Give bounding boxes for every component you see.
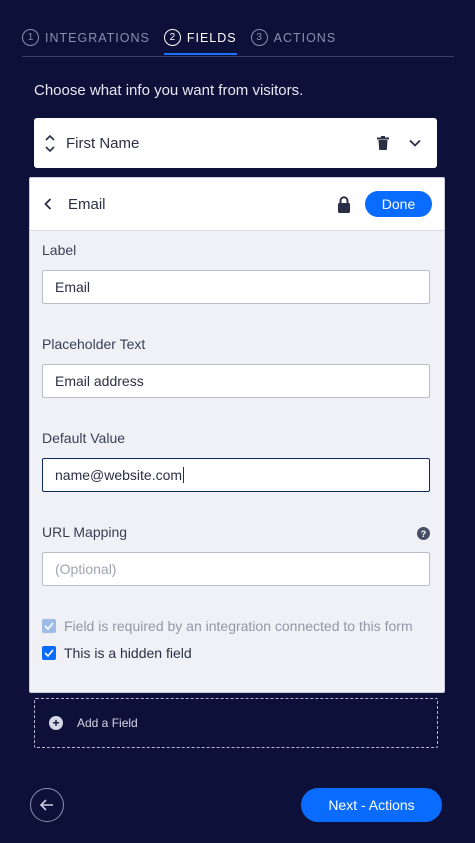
url-mapping-heading: URL Mapping [42, 524, 128, 540]
required-label: Field is required by an integration conn… [64, 618, 413, 634]
chevron-down-icon[interactable] [399, 139, 431, 147]
step-label: FIELDS [186, 30, 237, 45]
required-checkbox-row: Field is required by an integration conn… [42, 618, 413, 634]
placeholder-input[interactable]: Email address [42, 364, 430, 398]
panel-header: Email Done [30, 178, 444, 231]
arrow-left-icon [40, 799, 53, 811]
intro-text: Choose what info you want from visitors. [34, 82, 304, 99]
lock-icon [337, 195, 351, 213]
step-label: INTEGRATIONS [45, 30, 150, 45]
field-row-first-name[interactable]: First Name [34, 118, 437, 168]
field-edit-panel: Email Done Label Email Placeholder Text … [29, 177, 445, 693]
label-input[interactable]: Email [42, 270, 430, 304]
hidden-label: This is a hidden field [64, 645, 192, 661]
panel-title: Email [68, 195, 106, 213]
url-mapping-input[interactable]: (Optional) [42, 552, 430, 586]
reorder-handle[interactable] [34, 134, 66, 153]
add-field-button[interactable]: + Add a Field [34, 698, 438, 748]
trash-icon[interactable] [367, 136, 399, 150]
placeholder-heading: Placeholder Text [42, 336, 146, 352]
tab-fields[interactable]: 2 FIELDS [163, 29, 237, 55]
hidden-checkbox[interactable] [42, 646, 56, 660]
default-value-input[interactable]: name@website.com [42, 458, 430, 492]
step-number: 3 [250, 29, 268, 46]
done-button[interactable]: Done [365, 191, 432, 217]
plus-icon: + [49, 716, 63, 730]
hidden-checkbox-row[interactable]: This is a hidden field [42, 645, 192, 661]
default-value-text: name@website.com [55, 467, 183, 483]
url-mapping-placeholder: (Optional) [55, 561, 117, 577]
back-button[interactable] [30, 788, 64, 822]
next-actions-button[interactable]: Next - Actions [301, 788, 442, 822]
label-heading: Label [42, 242, 77, 258]
step-tabs: 1 INTEGRATIONS 2 FIELDS 3 ACTIONS [22, 29, 350, 55]
step-number: 1 [22, 29, 39, 46]
tab-actions[interactable]: 3 ACTIONS [250, 29, 337, 53]
field-name: First Name [66, 134, 140, 152]
help-icon[interactable]: ? [417, 527, 430, 540]
required-checkbox [42, 619, 56, 633]
label-input-value: Email [55, 279, 91, 295]
chevron-down-icon[interactable] [45, 145, 55, 153]
tab-integrations[interactable]: 1 INTEGRATIONS [22, 29, 150, 53]
default-value-heading: Default Value [42, 430, 126, 446]
add-field-label: Add a Field [77, 716, 138, 730]
step-number: 2 [163, 29, 181, 46]
chevron-left-icon[interactable] [44, 198, 58, 210]
placeholder-input-value: Email address [55, 373, 144, 389]
chevron-up-icon[interactable] [45, 134, 55, 141]
step-label: ACTIONS [273, 30, 337, 45]
divider [22, 56, 454, 57]
text-caret [183, 467, 185, 483]
